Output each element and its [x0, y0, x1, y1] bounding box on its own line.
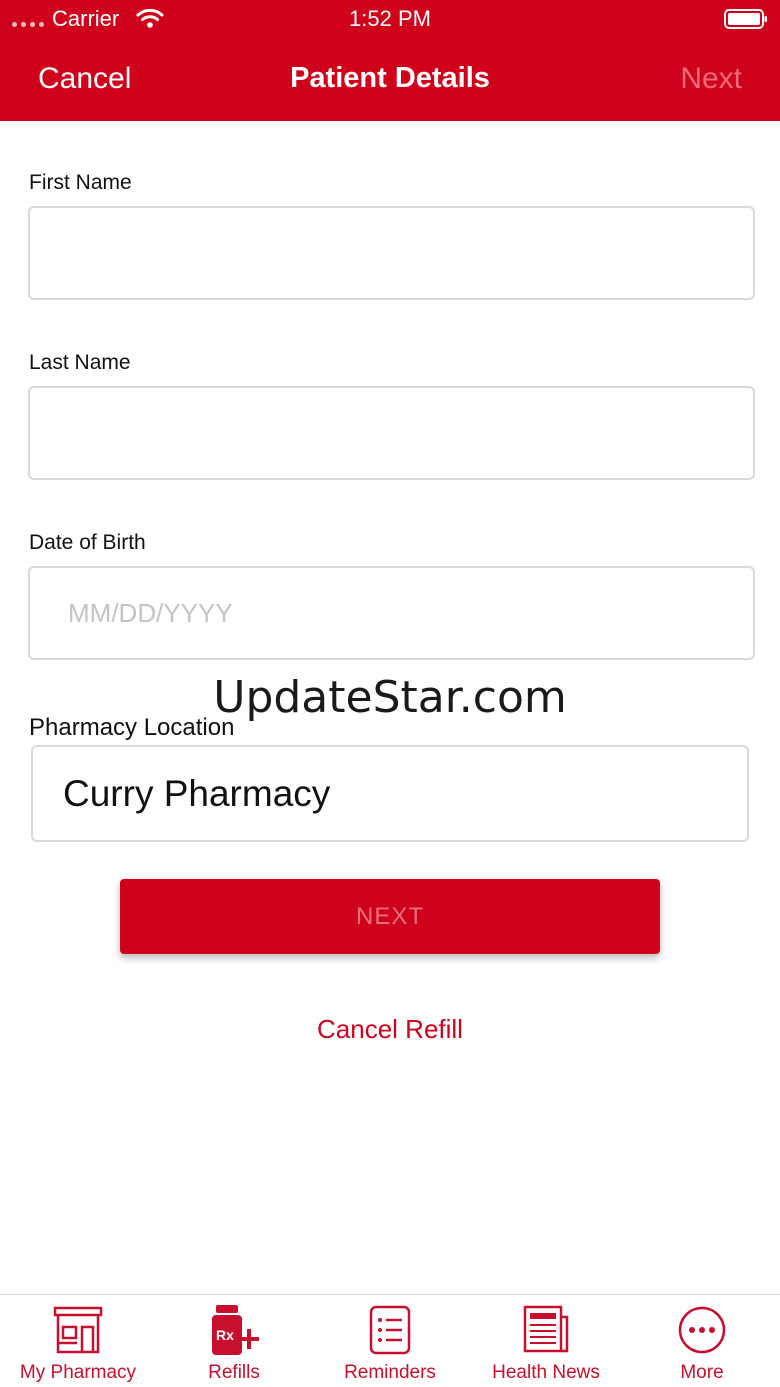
more-dots-icon	[678, 1306, 726, 1354]
tab-more[interactable]: More	[624, 1295, 780, 1387]
tab-my-pharmacy[interactable]: My Pharmacy	[0, 1295, 156, 1387]
header: Carrier 1:52 PM Cancel Patient Details N…	[0, 0, 780, 121]
dob-label: Date of Birth	[29, 531, 146, 554]
svg-text:Rx: Rx	[216, 1327, 234, 1343]
newspaper-icon	[523, 1305, 569, 1353]
next-nav-button[interactable]: Next	[680, 62, 742, 96]
storefront-icon	[53, 1306, 103, 1354]
checklist-icon	[369, 1305, 411, 1355]
patient-details-screen: Carrier 1:52 PM Cancel Patient Details N…	[0, 0, 780, 1387]
tab-refills[interactable]: Rx Refills	[156, 1295, 312, 1387]
first-name-field[interactable]	[28, 206, 755, 300]
tab-label: Health News	[492, 1362, 600, 1383]
pharmacy-location-select[interactable]: Curry Pharmacy	[31, 745, 749, 842]
pharmacy-location-value: Curry Pharmacy	[63, 773, 331, 814]
last-name-label: Last Name	[29, 351, 131, 374]
pharmacy-location-label: Pharmacy Location	[29, 714, 235, 741]
rx-bottle-icon: Rx	[212, 1305, 259, 1355]
status-bar: Carrier 1:52 PM	[0, 0, 780, 38]
tab-bar: My Pharmacy Rx Refills Reminders Health …	[0, 1294, 780, 1387]
first-name-label: First Name	[29, 171, 132, 194]
battery-icon	[724, 9, 767, 29]
status-time: 1:52 PM	[349, 6, 431, 31]
tab-label: Reminders	[344, 1362, 436, 1383]
tab-reminders[interactable]: Reminders	[312, 1295, 468, 1387]
tab-label: More	[680, 1362, 724, 1383]
next-button[interactable]: NEXT	[120, 879, 660, 954]
dob-field[interactable]	[28, 566, 755, 660]
tab-label: My Pharmacy	[19, 1362, 137, 1383]
last-name-field[interactable]	[28, 386, 755, 480]
tab-health-news[interactable]: Health News	[468, 1295, 624, 1387]
page-title: Patient Details	[290, 62, 490, 94]
tab-label: Refills	[208, 1362, 260, 1383]
cancel-refill-link[interactable]: Cancel Refill	[0, 1014, 780, 1045]
